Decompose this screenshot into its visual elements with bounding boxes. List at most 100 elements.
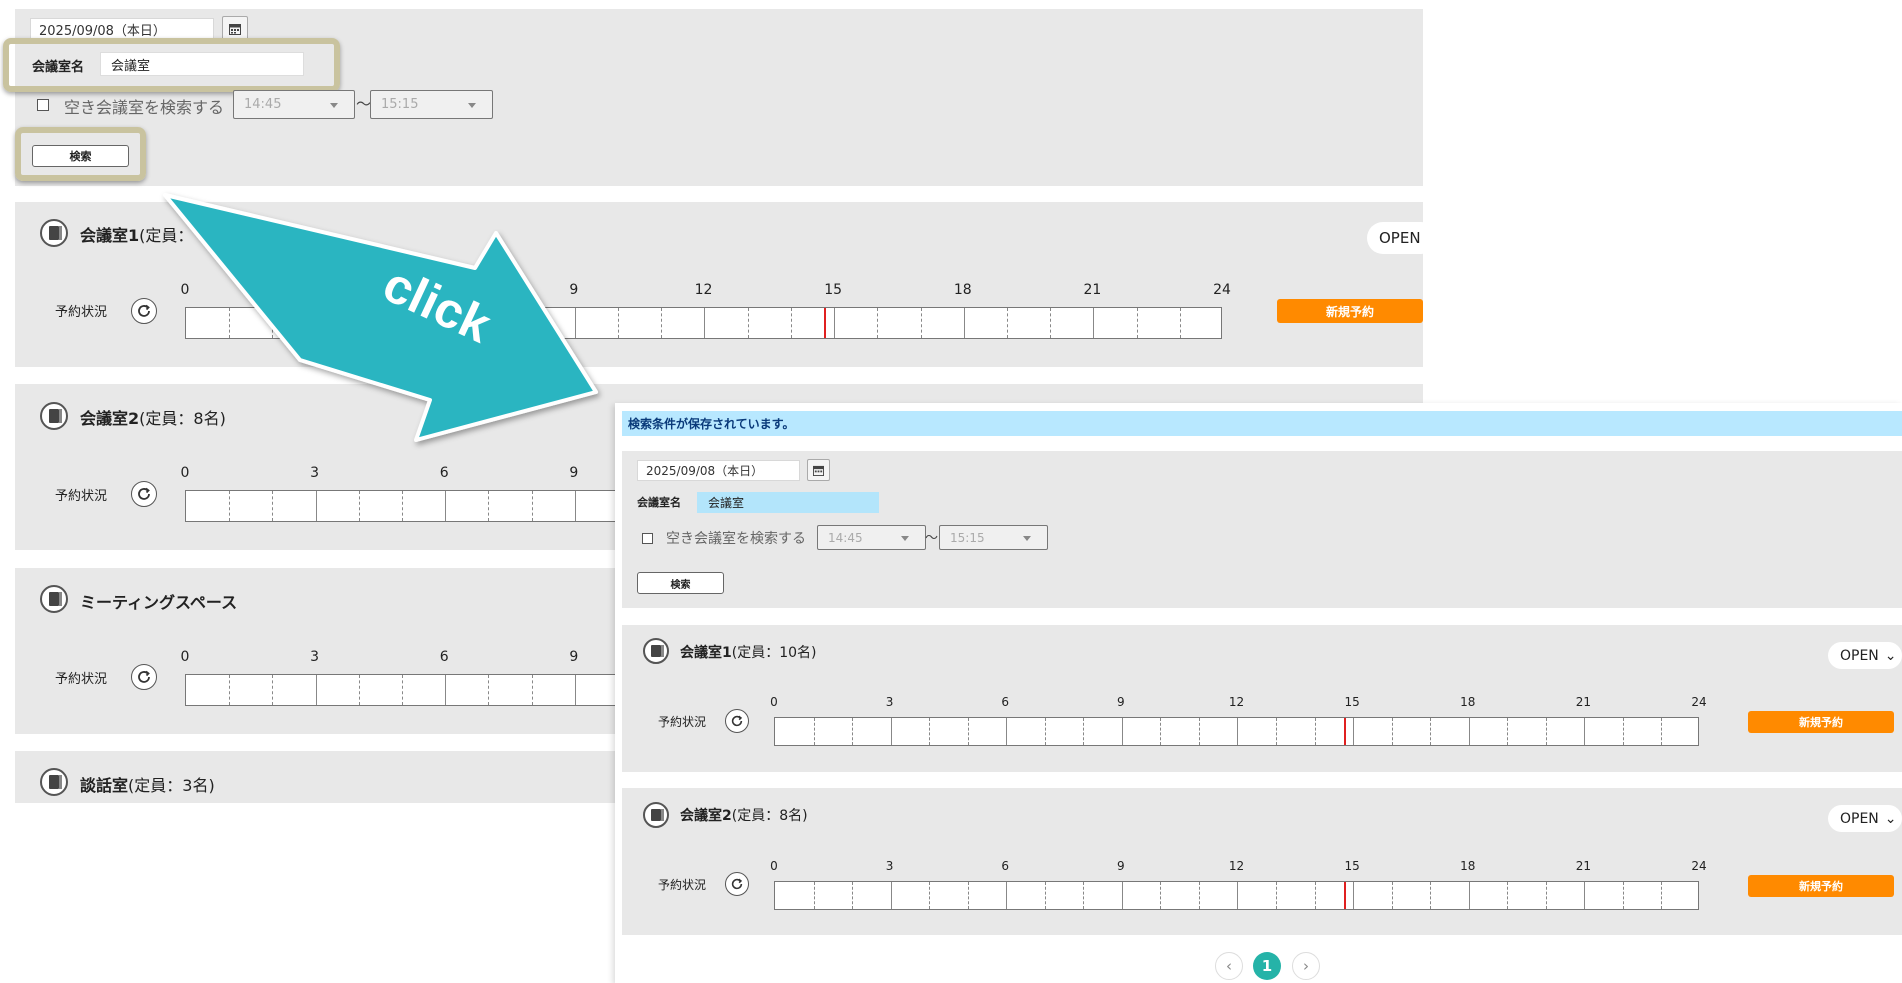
timeline-hour-cell[interactable] (968, 882, 1008, 909)
timeline-hour-cell[interactable] (661, 308, 706, 338)
timeline-hour-cell[interactable] (1007, 308, 1052, 338)
page-1-button[interactable]: 1 (1253, 952, 1281, 980)
timeline-hour-cell[interactable] (852, 882, 892, 909)
timeline-hour-cell[interactable] (488, 308, 533, 338)
timeline-hour-cell[interactable] (618, 308, 663, 338)
timeline-hour-cell[interactable] (852, 718, 892, 745)
timeline-hour-cell[interactable] (1507, 882, 1547, 909)
timeline-hour-cell[interactable] (921, 308, 965, 338)
timeline-hour-cell[interactable] (1623, 718, 1663, 745)
timeline-hour-cell[interactable] (1623, 882, 1663, 909)
timeline-hour-cell[interactable] (1353, 718, 1393, 745)
room-name-input[interactable]: 会議室 (697, 492, 879, 513)
timeline-hour-cell[interactable] (791, 308, 836, 338)
timeline-hour-cell[interactable] (891, 718, 931, 745)
timeline-hour-cell[interactable] (402, 675, 447, 705)
timeline-hour-cell[interactable] (1199, 882, 1239, 909)
refresh-button[interactable] (725, 872, 749, 896)
calendar-button[interactable] (807, 459, 830, 481)
timeline-hour-cell[interactable] (877, 308, 922, 338)
timeline-hour-cell[interactable] (968, 718, 1008, 745)
timeline-hour-cell[interactable] (186, 491, 231, 521)
timeline-hour-cell[interactable] (705, 308, 749, 338)
timeline-hour-cell[interactable] (1469, 718, 1509, 745)
new-reservation-button[interactable]: 新規予約 (1277, 299, 1423, 323)
timeline-hour-cell[interactable] (891, 882, 931, 909)
timeline-hour-cell[interactable] (1315, 882, 1355, 909)
date-field[interactable]: 2025/09/08（本日） (30, 18, 214, 40)
timeline-hour-cell[interactable] (445, 308, 490, 338)
timeline-hour-cell[interactable] (1661, 882, 1698, 909)
timeline-hour-cell[interactable] (488, 491, 533, 521)
timeline-hour-cell[interactable] (1122, 718, 1162, 745)
timeline-hour-cell[interactable] (359, 675, 404, 705)
timeline-hour-cell[interactable] (445, 675, 490, 705)
start-time-select[interactable]: 14:45 (817, 525, 926, 550)
open-toggle[interactable]: OPEN ⌄ (1828, 805, 1902, 832)
timeline-hour-cell[interactable] (532, 675, 576, 705)
timeline-hour-cell[interactable] (532, 491, 576, 521)
open-toggle[interactable]: OPEN ⌄ (1828, 642, 1902, 669)
timeline-hour-cell[interactable] (1469, 882, 1509, 909)
timeline-hour-cell[interactable] (1006, 718, 1046, 745)
timeline-hour-cell[interactable] (1083, 718, 1123, 745)
timeline-hour-cell[interactable] (1430, 882, 1470, 909)
timeline-hour-cell[interactable] (775, 718, 815, 745)
timeline-hour-cell[interactable] (1584, 882, 1624, 909)
timeline-hour-cell[interactable] (1199, 718, 1239, 745)
timeline-hour-cell[interactable] (272, 675, 317, 705)
timeline-hour-cell[interactable] (575, 491, 620, 521)
timeline-hour-cell[interactable] (229, 675, 274, 705)
refresh-button[interactable] (725, 709, 749, 733)
timeline-hour-cell[interactable] (272, 308, 317, 338)
timeline-hour-cell[interactable] (402, 308, 447, 338)
timeline-hour-cell[interactable] (186, 308, 231, 338)
timeline-hour-cell[interactable] (316, 675, 360, 705)
timeline-hour-cell[interactable] (1661, 718, 1698, 745)
timeline-hour-cell[interactable] (1546, 718, 1586, 745)
timeline-hour-cell[interactable] (1050, 308, 1095, 338)
timeline-hour-cell[interactable] (1137, 308, 1181, 338)
refresh-button[interactable] (131, 481, 157, 507)
timeline-hour-cell[interactable] (1160, 882, 1200, 909)
timeline[interactable] (774, 717, 1699, 746)
timeline-hour-cell[interactable] (814, 882, 854, 909)
timeline-hour-cell[interactable] (1546, 882, 1586, 909)
timeline-hour-cell[interactable] (1584, 718, 1624, 745)
timeline-hour-cell[interactable] (229, 491, 274, 521)
timeline-hour-cell[interactable] (402, 491, 447, 521)
timeline-hour-cell[interactable] (1006, 882, 1046, 909)
timeline-hour-cell[interactable] (316, 491, 360, 521)
timeline-hour-cell[interactable] (814, 718, 854, 745)
timeline-hour-cell[interactable] (1045, 882, 1085, 909)
timeline-hour-cell[interactable] (575, 675, 620, 705)
timeline[interactable] (774, 881, 1699, 910)
timeline-hour-cell[interactable] (1160, 718, 1200, 745)
end-time-select[interactable]: 15:15 (370, 90, 493, 119)
timeline-hour-cell[interactable] (1045, 718, 1085, 745)
timeline-hour-cell[interactable] (929, 718, 969, 745)
timeline-hour-cell[interactable] (186, 675, 231, 705)
timeline-hour-cell[interactable] (532, 308, 576, 338)
refresh-button[interactable] (131, 664, 157, 690)
timeline-hour-cell[interactable] (1392, 882, 1432, 909)
start-time-select[interactable]: 14:45 (233, 90, 355, 119)
timeline-hour-cell[interactable] (1083, 882, 1123, 909)
timeline-hour-cell[interactable] (1392, 718, 1432, 745)
end-time-select[interactable]: 15:15 (939, 525, 1048, 550)
timeline[interactable] (185, 307, 1222, 339)
refresh-button[interactable] (131, 298, 157, 324)
timeline-hour-cell[interactable] (1507, 718, 1547, 745)
timeline-hour-cell[interactable] (834, 308, 879, 338)
timeline-hour-cell[interactable] (1093, 308, 1138, 338)
timeline-hour-cell[interactable] (1122, 882, 1162, 909)
timeline-hour-cell[interactable] (1276, 882, 1316, 909)
timeline-hour-cell[interactable] (1276, 718, 1316, 745)
date-field[interactable]: 2025/09/08（本日） (637, 460, 800, 481)
vacant-checkbox[interactable] (642, 533, 653, 544)
timeline-hour-cell[interactable] (964, 308, 1008, 338)
timeline-hour-cell[interactable] (1315, 718, 1355, 745)
timeline-hour-cell[interactable] (775, 882, 815, 909)
vacant-checkbox[interactable] (37, 99, 49, 111)
timeline-hour-cell[interactable] (929, 882, 969, 909)
